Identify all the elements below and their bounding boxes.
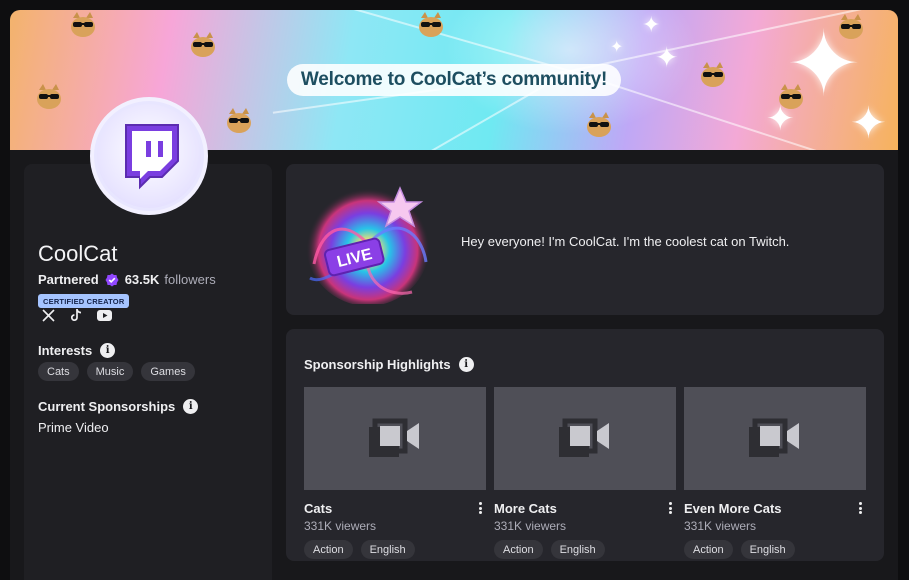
sponsorship-item[interactable]: Prime Video — [38, 420, 109, 435]
video-placeholder-icon — [369, 418, 419, 457]
video-thumbnail[interactable] — [304, 387, 486, 490]
live-vortex-illustration: LIVE — [306, 182, 430, 304]
cool-cat-sticker-icon — [587, 112, 611, 137]
video-card[interactable]: Cats 331K viewers Action English — [304, 387, 486, 559]
sparkle-icon: ✦ — [655, 42, 679, 73]
more-options-icon[interactable] — [664, 500, 676, 516]
interest-chip[interactable]: Games — [141, 362, 195, 381]
sparkle-icon: ✦ — [850, 99, 887, 148]
more-options-icon[interactable] — [474, 500, 486, 516]
youtube-icon[interactable] — [96, 307, 112, 323]
sponsorship-highlights-card: Sponsorship Highlights i Cats 331K viewe… — [286, 329, 884, 561]
sponsorships-title: Current Sponsorships — [38, 399, 176, 414]
cool-cat-sticker-icon — [701, 62, 725, 87]
video-title-row: More Cats — [494, 500, 676, 516]
info-icon[interactable]: i — [183, 399, 199, 414]
video-viewers: 331K viewers — [684, 519, 757, 533]
followers-label: followers — [164, 272, 216, 287]
sponsorship-highlights-title: Sponsorship Highlights — [304, 357, 451, 372]
channel-name: CoolCat — [38, 241, 118, 266]
cool-cat-sticker-icon — [227, 108, 251, 133]
tag-chip[interactable]: English — [550, 540, 605, 559]
sparkle-icon: ✦ — [610, 39, 624, 56]
video-tags: Action English — [494, 540, 676, 559]
tag-chip[interactable]: Action — [684, 540, 733, 559]
partner-status: Partnered — [38, 272, 99, 287]
channel-status-row: Partnered 63.5K followers — [38, 272, 216, 287]
cool-cat-sticker-icon — [419, 12, 443, 37]
video-tags: Action English — [684, 540, 866, 559]
tiktok-icon[interactable] — [68, 307, 84, 323]
sponsorships-heading: Current Sponsorships i — [38, 399, 199, 414]
follower-count: 63.5K — [124, 272, 160, 287]
tag-chip[interactable]: English — [360, 540, 415, 559]
video-placeholder-icon — [749, 418, 799, 457]
video-card[interactable]: More Cats 331K viewers Action English — [494, 387, 676, 559]
channel-about-page: ✦ ✦ ✦ ✦ ✦ ✦ Welcome to CoolCat’s communi… — [10, 10, 898, 580]
sparkle-icon: ✦ — [642, 12, 661, 37]
video-thumbnail[interactable] — [684, 387, 866, 490]
more-options-icon[interactable] — [854, 500, 866, 516]
welcome-banner-text: Welcome to CoolCat’s community! — [287, 64, 621, 96]
about-card: LIVE Hey everyone! I'm CoolCat. I'm the … — [286, 164, 884, 315]
interests-heading: Interests i — [38, 343, 116, 358]
video-card[interactable]: Even More Cats 331K viewers Action Engli… — [684, 387, 866, 559]
x-icon[interactable] — [40, 307, 56, 323]
sponsorship-highlights-heading: Sponsorship Highlights i — [304, 357, 474, 372]
certified-creator-badge: CERTIFIED CREATOR — [38, 294, 130, 308]
verified-badge-icon — [105, 273, 119, 286]
tag-chip[interactable]: Action — [494, 540, 543, 559]
info-icon[interactable]: i — [458, 357, 474, 372]
video-tags: Action English — [304, 540, 486, 559]
about-description: Hey everyone! I'm CoolCat. I'm the coole… — [461, 234, 790, 249]
cool-cat-sticker-icon — [779, 84, 803, 109]
video-title-row: Cats — [304, 500, 486, 516]
interest-chip[interactable]: Cats — [38, 362, 79, 381]
tag-chip[interactable]: English — [740, 540, 795, 559]
cool-cat-sticker-icon — [839, 14, 863, 39]
cool-cat-sticker-icon — [191, 32, 215, 57]
cool-cat-sticker-icon — [37, 84, 61, 109]
video-title[interactable]: More Cats — [494, 501, 557, 516]
avatar-image — [97, 104, 201, 208]
interests-title: Interests — [38, 343, 93, 358]
cool-cat-sticker-icon — [71, 12, 95, 37]
video-title[interactable]: Even More Cats — [684, 501, 782, 516]
interests-list: Cats Music Games — [38, 362, 195, 381]
interest-chip[interactable]: Music — [86, 362, 134, 381]
video-title-row: Even More Cats — [684, 500, 866, 516]
social-links — [40, 307, 112, 323]
twitch-logo-icon — [125, 124, 179, 190]
video-thumbnail[interactable] — [494, 387, 676, 490]
info-icon[interactable]: i — [100, 343, 116, 358]
tag-chip[interactable]: Action — [304, 540, 353, 559]
video-placeholder-icon — [559, 418, 609, 457]
avatar[interactable] — [90, 97, 208, 215]
video-viewers: 331K viewers — [494, 519, 567, 533]
video-title[interactable]: Cats — [304, 501, 332, 516]
video-viewers: 331K viewers — [304, 519, 377, 533]
